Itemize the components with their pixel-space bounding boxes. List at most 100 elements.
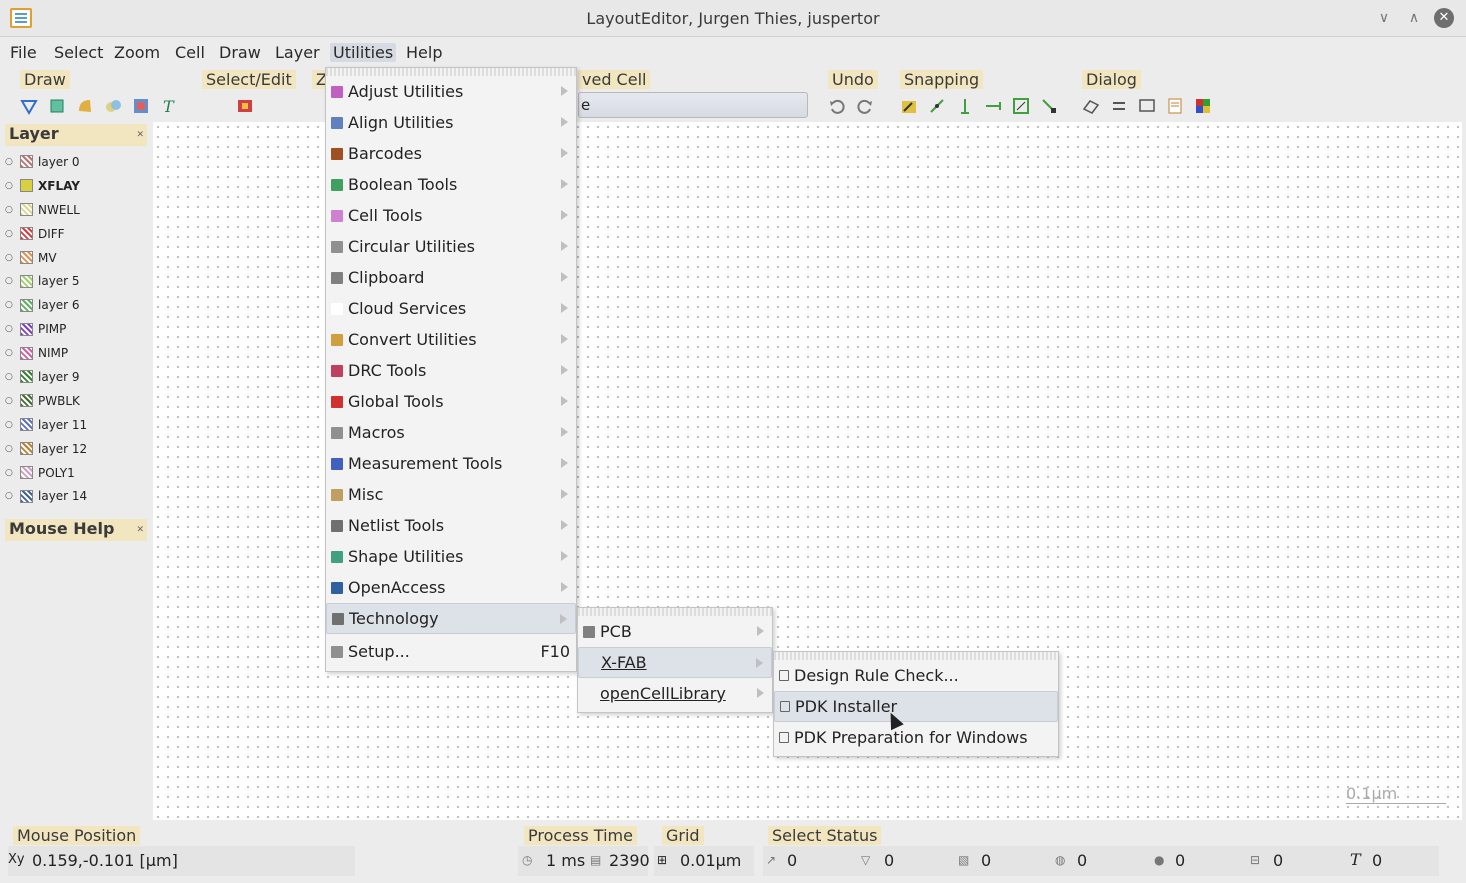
- draw-cellref-icon[interactable]: [132, 97, 150, 115]
- menu-item-label: Boolean Tools: [348, 175, 458, 194]
- menu-item-netlist-tools[interactable]: Netlist Tools: [326, 510, 576, 541]
- layer-row[interactable]: ○ NWELL: [5, 198, 153, 222]
- menu-tearoff-grip[interactable]: [326, 68, 576, 76]
- layer-row[interactable]: ○ layer 14: [5, 484, 153, 508]
- layer-row[interactable]: ○ POLY1: [5, 461, 153, 485]
- layer-name: POLY1: [38, 465, 75, 480]
- layer-visibility-icon[interactable]: ○: [5, 276, 14, 286]
- menu-item-design-rule-check[interactable]: Design Rule Check...: [774, 660, 1058, 691]
- maximize-icon[interactable]: ∧: [1404, 8, 1424, 28]
- snap-vertical-icon[interactable]: [956, 97, 974, 115]
- select-edit-icon[interactable]: [236, 97, 254, 115]
- layer-row[interactable]: ○ PWBLK: [5, 389, 153, 413]
- snap-box-icon[interactable]: [1012, 97, 1030, 115]
- layer-row[interactable]: ○ layer 12: [5, 437, 153, 461]
- menu-item-openaccess[interactable]: OpenAccess: [326, 572, 576, 603]
- layer-visibility-icon[interactable]: ○: [5, 420, 14, 430]
- menu-tearoff-grip[interactable]: [578, 608, 772, 616]
- snap-horizontal-icon[interactable]: [984, 97, 1002, 115]
- menu-item-measurement-tools[interactable]: Measurement Tools: [326, 448, 576, 479]
- menu-help[interactable]: Help: [406, 43, 442, 62]
- minimize-icon[interactable]: ∨: [1374, 8, 1394, 28]
- draw-text-icon[interactable]: T: [160, 97, 178, 115]
- layer-row[interactable]: ○ layer 5: [5, 269, 153, 293]
- draw-path-icon[interactable]: [104, 97, 122, 115]
- layer-visibility-icon[interactable]: ○: [5, 157, 14, 167]
- layer-visibility-icon[interactable]: ○: [5, 300, 14, 310]
- menu-select[interactable]: Select: [54, 43, 103, 62]
- menu-draw[interactable]: Draw: [219, 43, 261, 62]
- layer-visibility-icon[interactable]: ○: [5, 181, 14, 191]
- properties-icon[interactable]: [1082, 97, 1100, 115]
- snap-grid-icon[interactable]: [900, 97, 918, 115]
- layer-row[interactable]: ○ layer 0: [5, 150, 153, 174]
- layer-visibility-icon[interactable]: ○: [5, 491, 14, 501]
- close-icon[interactable]: ✕: [136, 525, 144, 535]
- menu-item-adjust-utilities[interactable]: Adjust Utilities: [326, 76, 576, 107]
- menu-item-align-utilities[interactable]: Align Utilities: [326, 107, 576, 138]
- menu-item-macros[interactable]: Macros: [326, 417, 576, 448]
- menu-tearoff-grip[interactable]: [774, 652, 1058, 660]
- submenu-arrow-icon: [561, 396, 568, 406]
- draw-polygon-icon[interactable]: [20, 97, 38, 115]
- layer-row[interactable]: ○ layer 9: [5, 365, 153, 389]
- snap-point-icon[interactable]: [928, 97, 946, 115]
- menu-item-clipboard[interactable]: Clipboard: [326, 262, 576, 293]
- menu-item-drc-tools[interactable]: DRC Tools: [326, 355, 576, 386]
- menu-item-convert-utilities[interactable]: Convert Utilities: [326, 324, 576, 355]
- menu-item-misc[interactable]: Misc: [326, 479, 576, 510]
- notes-icon[interactable]: [1166, 97, 1184, 115]
- undo-icon[interactable]: [828, 97, 846, 115]
- redo-icon[interactable]: [856, 97, 874, 115]
- menu-item-technology[interactable]: Technology: [326, 603, 576, 634]
- layer-visibility-icon[interactable]: ○: [5, 205, 14, 215]
- menu-item-cell-tools[interactable]: Cell Tools: [326, 200, 576, 231]
- menu-zoom[interactable]: Zoom: [114, 43, 160, 62]
- menu-item-circular-utilities[interactable]: Circular Utilities: [326, 231, 576, 262]
- menu-item-shape-utilities[interactable]: Shape Utilities: [326, 541, 576, 572]
- menu-item-opencelllibrary[interactable]: openCellLibrary: [578, 678, 772, 709]
- layer-visibility-icon[interactable]: ○: [5, 324, 14, 334]
- menu-cell[interactable]: Cell: [175, 43, 205, 62]
- draw-box-icon[interactable]: [48, 97, 66, 115]
- layer-color-swatch: [20, 394, 33, 408]
- cell-selector-combo[interactable]: e: [578, 92, 808, 118]
- close-icon[interactable]: ✕: [1434, 8, 1454, 28]
- layer-name: DIFF: [38, 226, 65, 241]
- snap-diagonal-icon[interactable]: [1040, 97, 1058, 115]
- layer-visibility-icon[interactable]: ○: [5, 396, 14, 406]
- menu-file[interactable]: File: [10, 43, 37, 62]
- layer-visibility-icon[interactable]: ○: [5, 444, 14, 454]
- layer-row[interactable]: ○ PIMP: [5, 317, 153, 341]
- menu-layer[interactable]: Layer: [275, 43, 320, 62]
- layer-visibility-icon[interactable]: ○: [5, 468, 14, 478]
- layer-row[interactable]: ○ NIMP: [5, 341, 153, 365]
- menu-utilities[interactable]: Utilities: [330, 43, 397, 62]
- menu-item-global-tools[interactable]: Global Tools: [326, 386, 576, 417]
- menu-item-pcb[interactable]: PCB: [578, 616, 772, 647]
- layer-row[interactable]: ○ XFLAY: [5, 174, 153, 198]
- layer-visibility-icon[interactable]: ○: [5, 253, 14, 263]
- transform-icon[interactable]: [1110, 97, 1128, 115]
- close-icon[interactable]: ✕: [136, 130, 144, 140]
- layer-name: layer 11: [38, 417, 88, 432]
- layer-row[interactable]: ○ layer 6: [5, 293, 153, 317]
- layer-visibility-icon[interactable]: ○: [5, 229, 14, 239]
- menu-item-setup[interactable]: Setup... F10: [326, 636, 576, 667]
- menu-item-boolean-tools[interactable]: Boolean Tools: [326, 169, 576, 200]
- draw-circle-icon[interactable]: [76, 97, 94, 115]
- menu-item-barcodes[interactable]: Barcodes: [326, 138, 576, 169]
- layer-visibility-icon[interactable]: ○: [5, 372, 14, 382]
- layer-visibility-icon[interactable]: ○: [5, 348, 14, 358]
- layer-row[interactable]: ○ MV: [5, 246, 153, 270]
- layer-row[interactable]: ○ layer 11: [5, 413, 153, 437]
- cloud-services-icon: [331, 302, 343, 315]
- menu-item-x-fab[interactable]: X-FAB: [578, 647, 772, 678]
- layers-icon[interactable]: [1194, 97, 1212, 115]
- menu-item-pdk-installer[interactable]: PDK Installer: [774, 691, 1058, 722]
- window-icon[interactable]: [1138, 97, 1156, 115]
- menu-item-label: Measurement Tools: [348, 454, 503, 473]
- layer-row[interactable]: ○ DIFF: [5, 222, 153, 246]
- menu-item-pdk-preparation-for-windows[interactable]: PDK Preparation for Windows: [774, 722, 1058, 753]
- menu-item-cloud-services[interactable]: Cloud Services: [326, 293, 576, 324]
